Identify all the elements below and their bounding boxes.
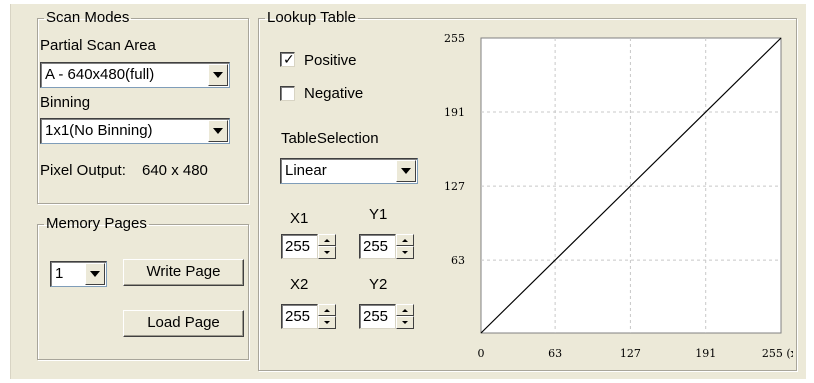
- x1-spin[interactable]: 255: [281, 234, 336, 259]
- x-tick-label: 255 (x4): [762, 347, 793, 360]
- memory-page-dropdown-button[interactable]: [85, 263, 105, 285]
- table-selection-value: Linear: [285, 162, 327, 179]
- table-selection-dropdown-button[interactable]: [396, 160, 416, 182]
- scan-modes-title: Scan Modes: [46, 9, 130, 26]
- x-tick-label: 127: [620, 347, 641, 360]
- y2-label: Y2: [369, 276, 388, 293]
- chevron-down-icon: [90, 271, 100, 277]
- chevron-down-icon: [213, 128, 223, 134]
- binning-select[interactable]: 1x1(No Binning): [40, 118, 230, 144]
- lookup-table-chart: 255 191 127 63 0 63 127 191 255 (x4): [444, 32, 793, 360]
- chevron-down-icon: [213, 72, 223, 78]
- spin-up-icon[interactable]: [396, 234, 414, 246]
- negative-checkbox[interactable]: [280, 86, 295, 101]
- table-selection-select[interactable]: Linear: [280, 158, 418, 184]
- binning-label: Binning: [40, 94, 91, 111]
- pixel-output-label: Pixel Output:: [40, 162, 126, 179]
- y2-input[interactable]: 255: [359, 304, 396, 329]
- y-tick-label: 127: [444, 180, 465, 193]
- binning-value: 1x1(No Binning): [45, 122, 153, 139]
- positive-checkbox[interactable]: ✓: [280, 51, 295, 67]
- partial-scan-value: A - 640x480(full): [45, 66, 155, 83]
- x2-spin-buttons[interactable]: [318, 304, 336, 329]
- pixel-output-value: 640 x 480: [142, 162, 208, 179]
- x1-input[interactable]: 255: [281, 234, 318, 259]
- negative-label[interactable]: Negative: [304, 85, 363, 102]
- y1-input[interactable]: 255: [359, 234, 396, 259]
- y2-spin-buttons[interactable]: [396, 304, 414, 329]
- y1-label: Y1: [369, 206, 388, 223]
- memory-page-select[interactable]: 1: [50, 261, 107, 287]
- camera-settings-panel: Scan Modes Partial Scan Area A - 640x480…: [10, 4, 806, 379]
- partial-scan-select[interactable]: A - 640x480(full): [40, 62, 230, 88]
- x2-spin[interactable]: 255: [281, 304, 336, 329]
- chevron-down-icon: [401, 168, 411, 174]
- load-page-button[interactable]: Load Page: [123, 310, 244, 337]
- y1-spin[interactable]: 255: [359, 234, 414, 259]
- write-page-button[interactable]: Write Page: [123, 259, 244, 286]
- x1-label: X1: [290, 210, 309, 227]
- memory-pages-title: Memory Pages: [46, 215, 147, 232]
- x2-input[interactable]: 255: [281, 304, 318, 329]
- spin-down-icon[interactable]: [318, 316, 336, 329]
- binning-dropdown-button[interactable]: [208, 120, 228, 142]
- memory-pages-group: Memory Pages: [37, 216, 249, 360]
- table-selection-label: TableSelection: [281, 130, 379, 147]
- positive-label[interactable]: Positive: [304, 52, 357, 69]
- spin-down-icon[interactable]: [396, 316, 414, 329]
- partial-scan-label: Partial Scan Area: [40, 37, 156, 54]
- y2-spin[interactable]: 255: [359, 304, 414, 329]
- y-tick-label: 191: [444, 106, 465, 119]
- x-tick-label: 0: [478, 347, 485, 360]
- checkmark-icon: ✓: [283, 51, 295, 67]
- spin-up-icon[interactable]: [396, 304, 414, 316]
- y-tick-label: 63: [451, 254, 465, 267]
- x2-label: X2: [290, 276, 309, 293]
- y1-spin-buttons[interactable]: [396, 234, 414, 259]
- memory-page-value: 1: [55, 265, 64, 282]
- spin-down-icon[interactable]: [318, 246, 336, 259]
- x-tick-label: 191: [695, 347, 716, 360]
- spin-up-icon[interactable]: [318, 304, 336, 316]
- x1-spin-buttons[interactable]: [318, 234, 336, 259]
- partial-scan-dropdown-button[interactable]: [208, 64, 228, 86]
- x-tick-label: 63: [548, 347, 562, 360]
- lookup-table-title: Lookup Table: [267, 9, 356, 26]
- spin-down-icon[interactable]: [396, 246, 414, 259]
- y-tick-label: 255: [444, 32, 465, 45]
- spin-up-icon[interactable]: [318, 234, 336, 246]
